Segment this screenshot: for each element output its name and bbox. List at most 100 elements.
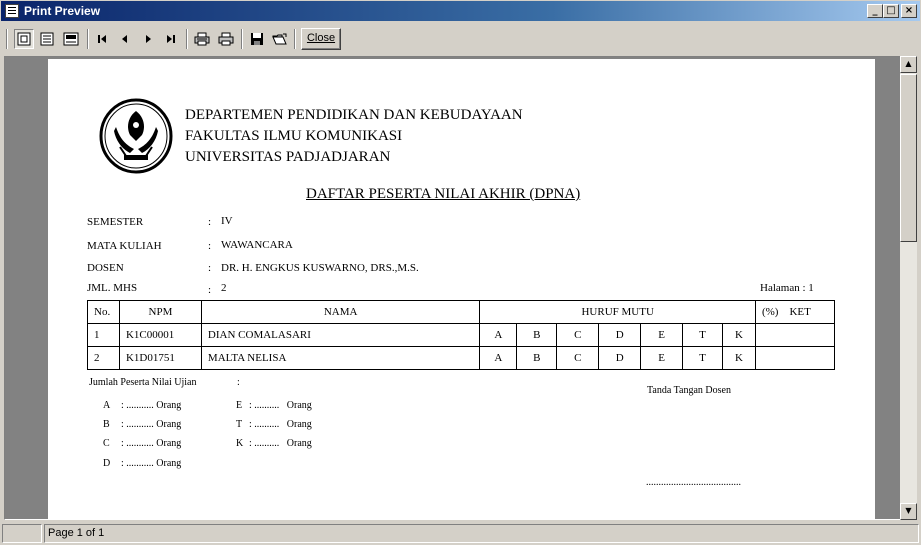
- toolbar-separator: [294, 29, 296, 49]
- summary-count-d: : ........... Orang: [121, 458, 182, 469]
- field-value-jml-mhs: 2: [221, 282, 227, 294]
- cell-grade-k: K: [722, 323, 756, 347]
- summary-grade-e: E: [236, 400, 243, 411]
- save-icon: [251, 33, 263, 45]
- toolbar-separator: [241, 29, 243, 49]
- cell-grade-t: T: [682, 346, 723, 370]
- summary-count-t: : .......... Orang: [249, 419, 312, 430]
- table-row: 2 K1D01751 MALTA NELISA A B C D E T K: [87, 346, 836, 370]
- summary-count-c: : ........... Orang: [121, 438, 182, 449]
- next-page-button[interactable]: [138, 29, 158, 49]
- table-row: 1 K1C00001 DIAN COMALASARI A B C D E T K: [87, 323, 836, 347]
- status-pane-empty: [2, 524, 42, 543]
- summary-grade-d: D: [103, 458, 111, 469]
- cell-npm: K1D01751: [118, 346, 202, 370]
- vertical-scrollbar[interactable]: ▲ ▼: [900, 56, 917, 520]
- field-colon: :: [208, 262, 212, 274]
- cell-grade-c: C: [556, 346, 600, 370]
- zoom-button[interactable]: [61, 29, 81, 49]
- document-title: DAFTAR PESERTA NILAI AKHIR (DPNA): [306, 186, 581, 202]
- prev-page-button[interactable]: [115, 29, 135, 49]
- open-button[interactable]: [270, 29, 290, 49]
- grade-table: No. NPM NAMA HURUF MUTU (%) KET 1 K1C000…: [87, 300, 836, 370]
- summary-grade-c: C: [103, 438, 110, 449]
- cell-grade-e: E: [640, 323, 684, 347]
- field-value-semester: IV: [221, 215, 233, 227]
- print-button[interactable]: [216, 29, 236, 49]
- cell-npm: K1C00001: [118, 323, 202, 347]
- print-icon: [218, 32, 234, 46]
- status-page-info: Page 1 of 1: [44, 524, 919, 543]
- save-button[interactable]: [247, 29, 267, 49]
- toolbar-separator: [87, 29, 89, 49]
- first-page-icon: [98, 35, 106, 43]
- field-colon: :: [208, 216, 212, 228]
- page-width-icon: [40, 32, 54, 46]
- summary-count-b: : ........... Orang: [121, 419, 182, 430]
- scroll-down-arrow-icon[interactable]: ▼: [900, 503, 917, 520]
- page-number-label: Halaman : 1: [760, 282, 814, 294]
- scroll-thumb[interactable]: [900, 74, 917, 242]
- close-window-button[interactable]: ×: [901, 4, 917, 18]
- header-huruf-mutu: HURUF MUTU: [479, 300, 756, 324]
- cell-grade-c: C: [556, 323, 600, 347]
- cell-ket: [754, 323, 836, 347]
- signature-line: ......................................: [646, 477, 741, 488]
- prev-page-icon: [122, 35, 127, 43]
- toolbar-grip: [6, 29, 8, 49]
- field-label-jml-mhs: JML. MHS: [87, 282, 138, 294]
- header-pct-ket: (%) KET: [754, 300, 836, 324]
- next-page-icon: [146, 35, 151, 43]
- cell-grade-a: A: [479, 346, 518, 370]
- field-value-dosen: DR. H. ENGKUS KUSWARNO, DRS.,M.S.: [221, 262, 419, 274]
- field-label-mata-kuliah: MATA KULIAH: [87, 240, 162, 252]
- field-label-semester: SEMESTER: [87, 216, 144, 228]
- title-bar[interactable]: Print Preview _ □ ×: [0, 0, 921, 22]
- header-nama: NAMA: [200, 300, 481, 324]
- summary-grade-k: K: [236, 438, 244, 449]
- field-label-dosen: DOSEN: [87, 262, 124, 274]
- summary-count-k: : .......... Orang: [249, 438, 312, 449]
- status-bar: Page 1 of 1: [0, 522, 921, 545]
- cell-grade-k: K: [722, 346, 756, 370]
- scroll-up-arrow-icon[interactable]: ▲: [900, 56, 917, 73]
- header-university: UNIVERSITAS PADJADJARAN: [185, 149, 391, 165]
- header-npm: NPM: [118, 300, 202, 324]
- cell-no: 2: [87, 346, 120, 370]
- page-width-button[interactable]: [37, 29, 57, 49]
- summary-grade-b: B: [103, 419, 110, 430]
- header-faculty: FAKULTAS ILMU KOMUNIKASI: [185, 128, 403, 144]
- whole-page-icon: [17, 32, 31, 46]
- table-header-row: No. NPM NAMA HURUF MUTU (%) KET: [87, 300, 836, 324]
- summary-grade-a: A: [103, 400, 111, 411]
- cell-grade-t: T: [682, 323, 723, 347]
- last-page-icon: [167, 35, 175, 43]
- summary-title: Jumlah Peserta Nilai Ujian: [89, 377, 197, 388]
- summary-grade-t: T: [236, 419, 243, 430]
- toolbar-separator: [186, 29, 188, 49]
- summary-colon: :: [237, 377, 240, 388]
- field-colon: :: [208, 284, 212, 296]
- close-button[interactable]: Close: [301, 28, 341, 50]
- summary-count-e: : .......... Orang: [249, 400, 312, 411]
- app-icon: [5, 4, 19, 18]
- field-colon: :: [208, 240, 212, 252]
- first-page-button[interactable]: [92, 29, 112, 49]
- maximize-button[interactable]: □: [883, 4, 899, 18]
- summary-count-a: : ........... Orang: [121, 400, 182, 411]
- whole-page-button[interactable]: [14, 29, 34, 49]
- open-icon: [272, 33, 287, 45]
- cell-grade-b: B: [516, 346, 558, 370]
- preview-area[interactable]: DEPARTEMEN PENDIDIKAN DAN KEBUDAYAAN FAK…: [4, 56, 901, 520]
- field-value-mata-kuliah: WAWANCARA: [221, 239, 293, 251]
- cell-nama: DIAN COMALASARI: [200, 323, 481, 347]
- cell-nama: MALTA NELISA: [200, 346, 481, 370]
- printer-setup-button[interactable]: [192, 29, 212, 49]
- header-no: No.: [87, 300, 120, 324]
- last-page-button[interactable]: [161, 29, 181, 49]
- header-ministry: DEPARTEMEN PENDIDIKAN DAN KEBUDAYAAN: [185, 107, 523, 123]
- minimize-button[interactable]: _: [867, 4, 883, 18]
- cell-ket: [754, 346, 836, 370]
- signature-label: Tanda Tangan Dosen: [647, 385, 731, 396]
- window-title: Print Preview: [24, 4, 101, 18]
